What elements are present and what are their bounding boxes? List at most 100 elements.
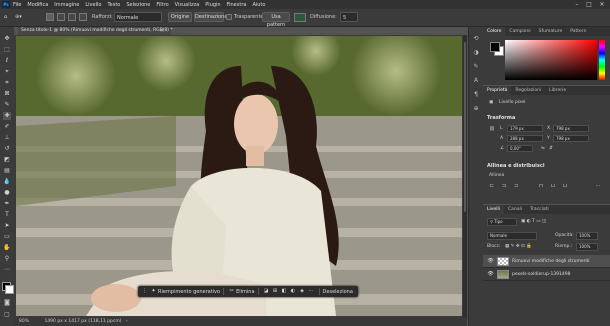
flip-horizontal-icon[interactable]: ⇋ (541, 146, 545, 151)
character-panel-icon[interactable]: A (472, 77, 480, 85)
align-top-icon[interactable]: ⊓ (538, 183, 544, 189)
history-panel-icon[interactable]: ⟲ (472, 35, 480, 43)
tab-librerie[interactable]: Librerie (545, 86, 570, 95)
pen-tool-icon[interactable]: ✒ (3, 200, 11, 208)
patch-tool-icon[interactable]: ⊕▾ (15, 13, 22, 22)
document-tab[interactable]: Senza titolo-1 @ 80% (Rimuovi modifiche … (18, 27, 173, 35)
blur-tool-icon[interactable]: 💧 (3, 178, 11, 186)
photoshop-logo[interactable]: Ps (2, 1, 10, 8)
diffusion-input[interactable]: 5 (340, 12, 358, 22)
hue-slider[interactable] (599, 40, 605, 80)
width-field[interactable]: 179 px (507, 125, 543, 132)
menu-immagine[interactable]: Immagine (54, 2, 79, 8)
vertical-scrollbar-thumb[interactable] (464, 42, 466, 212)
color-panel-icon[interactable]: ◑ (472, 49, 480, 57)
frame-tool-icon[interactable]: ⊠ (3, 90, 11, 98)
transform-title[interactable]: Trasforma (487, 115, 515, 121)
tab-tracciati[interactable]: Tracciati (526, 205, 553, 214)
tab-colore[interactable]: Colore (483, 27, 506, 36)
transparent-checkbox[interactable] (226, 14, 232, 20)
align-title[interactable]: Allinea e distribuisci (487, 163, 545, 169)
intersect-selection-icon[interactable] (79, 13, 87, 21)
layer-row[interactable]: 👁 pexels-soldierup-1391498 (483, 268, 610, 281)
style-select[interactable]: Normale (114, 12, 162, 22)
lasso-tool-icon[interactable]: ℓ (3, 57, 11, 65)
minimize-icon[interactable]: – (572, 0, 582, 9)
fill-input[interactable]: 100% (576, 243, 598, 251)
gradient-tool-icon[interactable]: ▤ (3, 167, 11, 175)
brush-tool-icon[interactable]: ✐ (3, 123, 11, 131)
close-icon[interactable]: ✕ (597, 0, 607, 9)
fill-icon[interactable]: ◈ (299, 288, 306, 295)
marquee-tool-icon[interactable]: ⬚ (3, 46, 11, 54)
new-selection-icon[interactable] (46, 13, 54, 21)
pattern-swatch[interactable] (294, 13, 306, 22)
origin-button[interactable]: Origine (168, 12, 192, 22)
align-bottom-icon[interactable]: ⊔ (562, 183, 568, 189)
color-field[interactable] (505, 40, 597, 80)
add-selection-icon[interactable] (57, 13, 65, 21)
eyedropper-tool-icon[interactable]: ✎ (3, 101, 11, 109)
align-right-icon[interactable]: ⊐ (513, 183, 519, 189)
drag-handle-icon[interactable]: ⋮ (141, 288, 148, 295)
flip-vertical-icon[interactable]: ⇵ (549, 146, 553, 151)
layer-kind-filter[interactable]: ⚲ Tipo (487, 218, 517, 226)
mask-icon[interactable]: ◧ (281, 288, 288, 295)
dodge-tool-icon[interactable]: ● (3, 189, 11, 197)
height-field[interactable]: 288 px (507, 135, 543, 142)
tab-regolazioni[interactable]: Regolazioni (511, 86, 545, 95)
tab-livelli[interactable]: Livelli (483, 205, 504, 214)
tab-canali[interactable]: Canali (504, 205, 526, 214)
visibility-eye-icon[interactable]: 👁 (487, 271, 494, 278)
menu-file[interactable]: File (13, 2, 21, 8)
crop-tool-icon[interactable]: ⌗ (3, 79, 11, 87)
modify-selection-icon[interactable]: ◪ (263, 288, 270, 295)
zoom-level[interactable]: 80% (19, 319, 29, 324)
more-options-icon[interactable]: ⋯ (308, 288, 315, 295)
generative-fill-icon[interactable]: ✦ (150, 288, 157, 295)
deselect-button[interactable]: Deseleziona (323, 289, 353, 295)
menu-livello[interactable]: Livello (85, 2, 101, 8)
adjustment-icon[interactable]: ◐ (290, 288, 297, 295)
menu-finestra[interactable]: Finestra (227, 2, 247, 8)
history-brush-tool-icon[interactable]: ↺ (3, 145, 11, 153)
object-select-tool-icon[interactable]: ⌖ (3, 68, 11, 76)
generative-fill-button[interactable]: Riempimento generativo (158, 289, 220, 295)
angle-field[interactable]: 0,00° (507, 145, 533, 152)
paragraph-panel-icon[interactable]: ¶ (472, 91, 480, 99)
type-tool-icon[interactable]: T (3, 211, 11, 219)
align-middle-icon[interactable]: ⊔ (550, 183, 556, 189)
menu-plugin[interactable]: Plugin (205, 2, 220, 8)
visibility-eye-icon[interactable]: 👁 (487, 258, 494, 265)
filter-pixel-icon[interactable]: ▣ ◐ T ▭ ◫ (521, 219, 546, 224)
clone-stamp-tool-icon[interactable]: ⊥ (3, 134, 11, 142)
move-tool-icon[interactable]: ✥ (3, 35, 11, 43)
status-arrow-icon[interactable]: › (126, 319, 128, 324)
invert-selection-icon[interactable]: ⊞ (272, 288, 279, 295)
menu-aiuto[interactable]: Aiuto (252, 2, 265, 8)
menu-selezione[interactable]: Selezione (126, 2, 150, 8)
rectangle-tool-icon[interactable]: ▭ (3, 233, 11, 241)
x-field[interactable]: 798 px (553, 125, 589, 132)
home-icon[interactable]: ⌂ (4, 13, 7, 22)
menu-testo[interactable]: Testo (107, 2, 120, 8)
delete-button[interactable]: Elimina (236, 289, 254, 295)
path-select-tool-icon[interactable]: ➤ (3, 222, 11, 230)
menu-visualizza[interactable]: Visualizza (175, 2, 200, 8)
screen-mode-icon[interactable]: ▢ (3, 311, 11, 319)
canvas-photo[interactable] (16, 36, 462, 316)
glyph-panel-icon[interactable]: ⊕ (472, 105, 480, 113)
use-pattern-button[interactable]: Usa pattern (262, 12, 290, 28)
layer-name[interactable]: pexels-soldierup-1391498 (512, 270, 571, 279)
brush-panel-icon[interactable]: ✎ (472, 63, 480, 71)
background-color-swatch[interactable] (5, 285, 14, 294)
layer-row[interactable]: 👁 Rimuovi modifiche degli strumenti (483, 255, 610, 268)
more-align-icon[interactable]: ⋯ (595, 183, 601, 189)
close-document-icon[interactable]: ✕ (160, 27, 164, 35)
subtract-selection-icon[interactable] (68, 13, 76, 21)
eraser-tool-icon[interactable]: ◩ (3, 156, 11, 164)
healing-brush-tool-icon[interactable]: ✚ (3, 112, 11, 120)
tab-campioni[interactable]: Campioni (505, 27, 534, 36)
maximize-icon[interactable]: □ (584, 0, 594, 9)
lock-icons[interactable]: ▦ ✎ ✥ ⊡ 🔒 (505, 244, 532, 249)
